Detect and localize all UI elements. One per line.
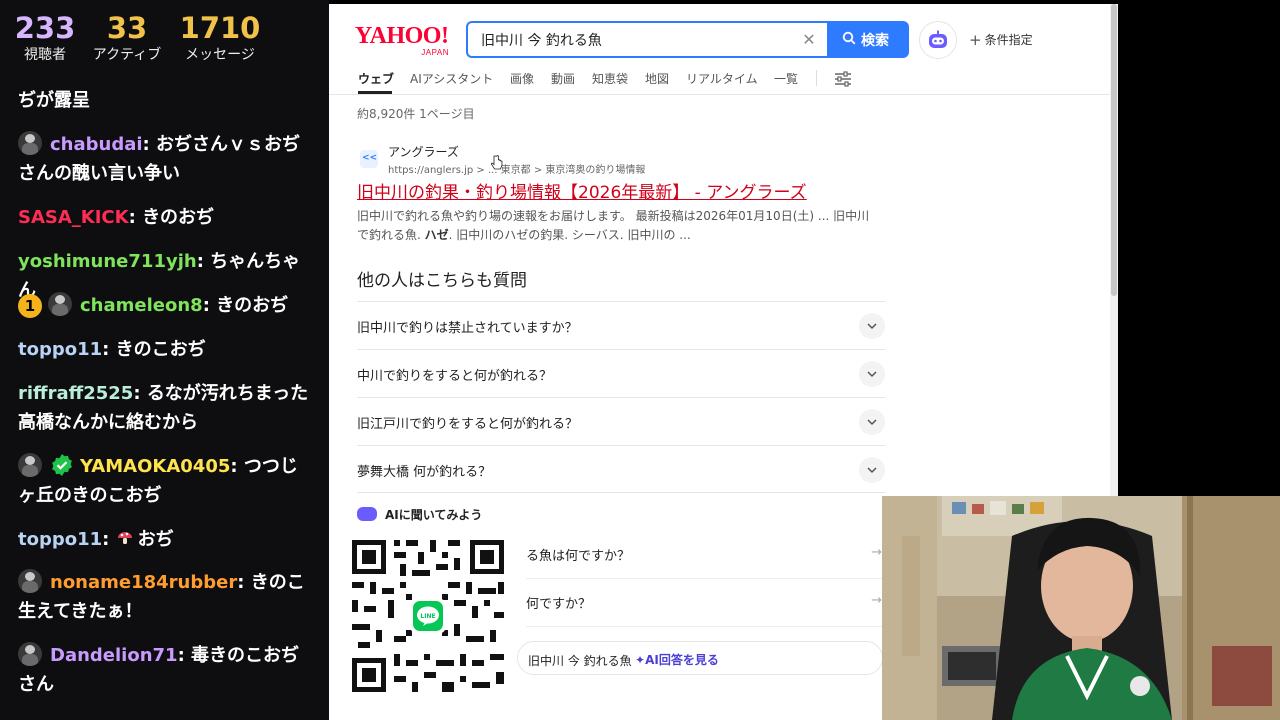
ai-section-heading: AIに聞いてみよう xyxy=(357,506,482,523)
avatar xyxy=(18,569,42,593)
search-icon xyxy=(842,31,856,45)
chat-message: noname184rubber: きのこ生えてきたぁ！ xyxy=(18,568,314,626)
chat-message: toppo11: きのこおぢ xyxy=(18,339,206,360)
chevron-down-icon[interactable] xyxy=(859,457,885,483)
paa-question[interactable]: 中川で釣りをすると何が釣れる？ xyxy=(357,349,885,397)
divider xyxy=(329,94,1110,95)
paa-question[interactable]: 旧中川で釣りは禁止されていますか？ xyxy=(357,301,885,349)
chat-message: ぢが露呈 xyxy=(18,90,90,111)
robot-icon xyxy=(929,30,947,48)
chat-message: chabudai: おぢさんｖｓおぢさんの醜い言い争い xyxy=(18,130,314,188)
webcam-feed xyxy=(882,496,1280,720)
search-input[interactable] xyxy=(481,29,781,51)
ai-answer-pill[interactable]: 旧中川 今 釣れる魚 ✦AI回答を見る xyxy=(517,641,883,675)
tab-images[interactable]: 画像 xyxy=(510,70,534,87)
ai-suggested-question[interactable]: 何ですか？ → xyxy=(526,579,884,627)
ai-answer-link[interactable]: ✦AI回答を見る xyxy=(635,651,719,668)
chat-message: Dandelion71: 毒きのこおぢさん xyxy=(18,641,314,699)
people-also-ask-title: 他の人はこちらも質問 xyxy=(357,271,527,291)
divider xyxy=(816,70,817,86)
chevron-down-icon[interactable] xyxy=(859,409,885,435)
search-box: ✕ xyxy=(466,21,829,58)
paa-question[interactable]: 夢舞大橋 何が釣れる？ xyxy=(357,445,885,493)
sub-badge-icon: 1 xyxy=(18,294,42,318)
yahoo-logo[interactable]: YAHOO! JAPAN xyxy=(355,24,453,57)
background xyxy=(1118,0,1280,496)
ai-icon xyxy=(357,507,377,521)
search-button[interactable]: 検索 xyxy=(827,21,909,58)
clear-icon[interactable]: ✕ xyxy=(799,30,819,50)
plus-icon: + xyxy=(969,31,982,49)
chat-message: 1 chameleon8: きのおぢ xyxy=(18,291,314,320)
site-favicon-icon: << xyxy=(360,150,378,168)
search-conditions-link[interactable]: + 条件指定 xyxy=(969,31,1033,49)
avatar xyxy=(18,453,42,477)
viewer-count: 233 視聴者 xyxy=(14,11,76,63)
stream-chat-panel: 233 視聴者 33 アクティブ 1710 メッセージ ぢが露呈 chabuda… xyxy=(0,0,329,720)
chat-message: SASA_KICK: きのおぢ xyxy=(18,207,215,228)
avatar xyxy=(18,131,42,155)
svg-text:LINE: LINE xyxy=(420,613,435,620)
scrollbar-thumb[interactable] xyxy=(1111,4,1117,296)
result-snippet: 旧中川で釣れる魚や釣り場の速報をお届けします。 最新投稿は2026年01月10日… xyxy=(357,209,870,242)
filter-settings-icon[interactable] xyxy=(834,71,852,87)
mouse-cursor-icon xyxy=(491,155,503,170)
avatar xyxy=(18,642,42,666)
result-title-link[interactable]: 旧中川の釣果・釣り場情報【2026年最新】 - アングラーズ xyxy=(357,178,807,203)
result-count: 約8,920件 1ページ目 xyxy=(357,107,475,121)
ai-suggested-question[interactable]: る魚は何ですか？ → xyxy=(526,531,884,579)
avatar xyxy=(48,292,72,316)
tab-ai-assistant[interactable]: AIアシスタント xyxy=(410,70,493,87)
tab-chiebukuro[interactable]: 知恵袋 xyxy=(592,70,628,87)
message-count: 1710 メッセージ xyxy=(179,11,261,63)
ai-assistant-button[interactable] xyxy=(919,21,957,59)
tab-list[interactable]: 一覧 xyxy=(774,70,798,87)
chevron-down-icon[interactable] xyxy=(859,313,885,339)
active-count: 33 アクティブ xyxy=(92,11,162,63)
tab-videos[interactable]: 動画 xyxy=(551,70,575,87)
result-url[interactable]: https://anglers.jp > ... 東京都 > 東京湾奥の釣り場情… xyxy=(388,161,645,176)
tab-maps[interactable]: 地図 xyxy=(645,70,669,87)
chat-message: toppo11: おぢ xyxy=(18,529,174,550)
chevron-down-icon[interactable] xyxy=(859,361,885,387)
chat-message: riffraff2525: るなが汚れちまった高橋なんかに絡むから xyxy=(18,383,309,433)
mushroom-icon xyxy=(117,532,132,544)
chat-stats: 233 視聴者 33 アクティブ 1710 メッセージ xyxy=(0,10,329,72)
verified-icon xyxy=(52,454,72,476)
result-site-name[interactable]: アングラーズ xyxy=(388,143,459,160)
tab-realtime[interactable]: リアルタイム xyxy=(686,70,758,87)
arrow-right-icon: → xyxy=(871,593,882,608)
screen: 233 視聴者 33 アクティブ 1710 メッセージ ぢが露呈 chabuda… xyxy=(0,0,1280,720)
paa-question[interactable]: 旧江戸川で釣りをすると何が釣れる？ xyxy=(357,397,885,445)
arrow-right-icon: → xyxy=(871,545,882,560)
chat-message: YAMAOKA0405: つつじヶ丘のきのこおぢ xyxy=(18,452,314,510)
line-qr-code: LINE xyxy=(348,536,508,696)
tab-web[interactable]: ウェブ xyxy=(358,70,394,87)
